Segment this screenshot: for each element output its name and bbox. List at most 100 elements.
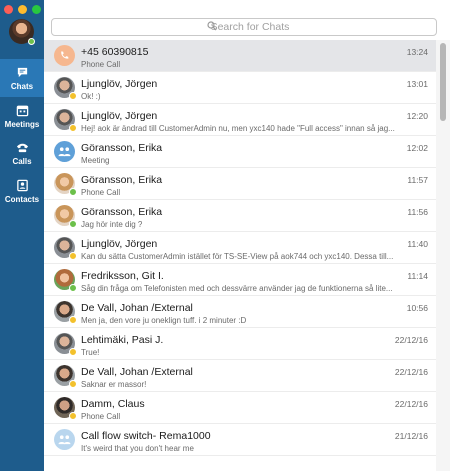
chat-list-item[interactable]: De Vall, Johan /External Men ja, den vore… xyxy=(44,296,436,328)
nav-chats-label: Chats xyxy=(10,81,34,91)
chat-timestamp: 22/12/16 xyxy=(394,399,428,409)
chat-last-message: Ok! :) xyxy=(81,92,101,101)
chat-list-item[interactable]: Göransson, Erika Meeting 12:02 xyxy=(44,136,436,168)
chat-last-message: It's weird that you don't hear me xyxy=(81,444,194,453)
chat-name: Ljunglöv, Jörgen xyxy=(81,78,158,90)
chat-last-message: Phone Call xyxy=(81,188,121,197)
chat-timestamp: 12:02 xyxy=(406,143,428,153)
chat-timestamp: 10:56 xyxy=(406,303,428,313)
chat-name: Göransson, Erika xyxy=(81,174,163,186)
chat-name: Göransson, Erika xyxy=(81,206,163,218)
contact-avatar xyxy=(54,365,77,388)
chat-list-item[interactable]: Göransson, Erika Phone Call 11:57 xyxy=(44,168,436,200)
chat-last-message: Kan du sätta CustomerAdmin istället för … xyxy=(81,252,394,261)
chat-last-message: Hej! aok är ändrad till CustomerAdmin nu… xyxy=(81,124,395,133)
nav-contacts[interactable]: Contacts xyxy=(0,172,44,210)
contact-avatar xyxy=(54,173,77,196)
presence-available-icon xyxy=(28,38,35,45)
chat-name: Ljunglöv, Jörgen xyxy=(81,110,158,122)
nav-calls[interactable]: Calls xyxy=(0,134,44,172)
scrollbar-thumb[interactable] xyxy=(440,43,446,121)
chat-name: Fredriksson, Git I. xyxy=(81,270,164,282)
chat-list-item[interactable]: +45 60390815 Phone Call 13:24 xyxy=(44,40,436,72)
contact-avatar xyxy=(54,333,77,356)
nav-meetings-label: Meetings xyxy=(4,119,40,129)
group-icon xyxy=(58,435,71,445)
chat-last-message: Såg din fråga om Telefonisten med och de… xyxy=(81,284,393,293)
nav-contacts-label: Contacts xyxy=(4,194,40,204)
chat-name: Call flow switch- Rema1000 xyxy=(81,430,211,442)
contact-avatar xyxy=(54,109,77,132)
presence-away-icon xyxy=(69,380,77,388)
chat-timestamp: 22/12/16 xyxy=(394,367,428,377)
chat-timestamp: 11:57 xyxy=(407,175,428,185)
meeting-avatar xyxy=(54,429,75,450)
scrollbar[interactable] xyxy=(436,40,450,471)
contact-avatar xyxy=(54,77,77,100)
chat-name: +45 60390815 xyxy=(81,46,149,58)
window-controls xyxy=(4,5,41,14)
nav-meetings[interactable]: Meetings xyxy=(0,97,44,135)
phone-call-icon xyxy=(61,51,69,59)
chat-last-message: Phone Call xyxy=(81,412,121,421)
chat-last-message: Jag hör inte dig ? xyxy=(81,220,143,229)
chat-list-item[interactable]: Lehtimäki, Pasi J. True! 22/12/16 xyxy=(44,328,436,360)
group-icon xyxy=(58,147,71,157)
chat-last-message: True! xyxy=(81,348,100,357)
presence-available-icon xyxy=(69,220,77,228)
search-icon xyxy=(207,21,217,31)
chat-name: Ljunglöv, Jörgen xyxy=(81,238,158,250)
presence-away-icon xyxy=(69,316,77,324)
chat-timestamp: 21/12/16 xyxy=(394,431,428,441)
chat-list-item[interactable]: Ljunglöv, Jörgen Hej! aok är ändrad till … xyxy=(44,104,436,136)
chat-name: Lehtimäki, Pasi J. xyxy=(81,334,164,346)
chat-last-message: Men ja, den vore ju oneklign tuff. i 2 m… xyxy=(81,316,247,325)
calendar-icon xyxy=(16,105,28,116)
chat-list-item[interactable]: Call flow switch- Rema1000 It's weird tha… xyxy=(44,424,436,456)
chat-list-item[interactable]: Ljunglöv, Jörgen Ok! :) 13:01 xyxy=(44,72,436,104)
nav-calls-label: Calls xyxy=(12,156,32,166)
chat-list-item[interactable]: Ljunglöv, Jörgen Kan du sätta CustomerAdm… xyxy=(44,232,436,264)
presence-away-icon xyxy=(69,92,77,100)
chat-last-message: Meeting xyxy=(81,156,110,165)
chat-timestamp: 12:20 xyxy=(406,111,428,121)
minimize-window-button[interactable] xyxy=(18,5,27,14)
my-avatar[interactable] xyxy=(9,19,35,45)
chat-list: +45 60390815 Phone Call 13:24 Ljunglöv, Jör… xyxy=(44,40,436,456)
chat-timestamp: 13:24 xyxy=(406,47,428,57)
presence-away-icon xyxy=(69,252,77,260)
chat-name: De Vall, Johan /External xyxy=(81,302,193,314)
chat-timestamp: 22/12/16 xyxy=(394,335,428,345)
sidebar: Chats Meetings Calls Contacts xyxy=(0,0,44,471)
presence-available-icon xyxy=(69,284,77,292)
chat-list-item[interactable]: De Vall, Johan /External Saknar er massor… xyxy=(44,360,436,392)
chat-name: Göransson, Erika xyxy=(81,142,163,154)
search-input[interactable] xyxy=(51,18,437,36)
chat-name: De Vall, Johan /External xyxy=(81,366,193,378)
chat-last-message: Phone Call xyxy=(81,60,121,69)
search-bar xyxy=(51,17,437,37)
chat-last-message: Saknar er massor! xyxy=(81,380,147,389)
meeting-avatar xyxy=(54,141,75,162)
phone-icon xyxy=(16,143,28,152)
chat-list-item[interactable]: Damm, Claus Phone Call 22/12/16 xyxy=(44,392,436,424)
close-window-button[interactable] xyxy=(4,5,13,14)
presence-away-icon xyxy=(69,348,77,356)
chat-list-item[interactable]: Fredriksson, Git I. Såg din fråga om Tele… xyxy=(44,264,436,296)
presence-away-icon xyxy=(69,412,77,420)
nav-chats[interactable]: Chats xyxy=(0,59,44,97)
phone-call-avatar xyxy=(54,45,75,66)
presence-available-icon xyxy=(69,188,77,196)
presence-away-icon xyxy=(69,124,77,132)
chat-timestamp: 11:56 xyxy=(407,207,428,217)
chat-name: Damm, Claus xyxy=(81,398,145,410)
contacts-icon xyxy=(16,179,28,191)
chat-timestamp: 13:01 xyxy=(406,79,428,89)
chat-list-item[interactable]: Göransson, Erika Jag hör inte dig ? 11:56 xyxy=(44,200,436,232)
contact-avatar xyxy=(54,269,77,292)
chat-timestamp: 11:14 xyxy=(407,271,428,281)
contact-avatar xyxy=(54,205,77,228)
zoom-window-button[interactable] xyxy=(32,5,41,14)
contact-avatar xyxy=(54,397,77,420)
chat-timestamp: 11:40 xyxy=(407,239,428,249)
